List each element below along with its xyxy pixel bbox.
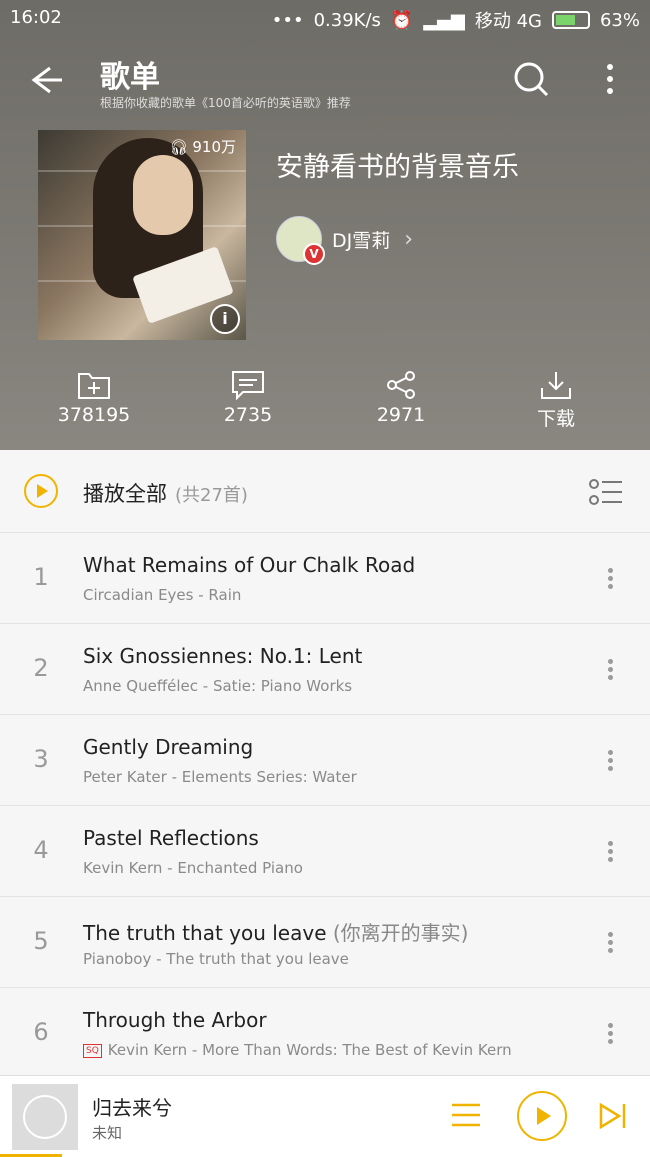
track-row[interactable]: 2 Six Gnossiennes: No.1: Lent Anne Queff… [0, 624, 650, 715]
track-row[interactable]: 1 What Remains of Our Chalk Road Circadi… [0, 533, 650, 624]
track-more-icon[interactable] [600, 656, 620, 686]
comment-count: 2735 [223, 404, 273, 426]
battery-fill [555, 15, 575, 25]
collect-button[interactable]: 378195 [34, 370, 154, 426]
track-subtitle: Anne Queffélec - Satie: Piano Works [83, 677, 353, 695]
more-dots-icon: ••• [271, 9, 304, 31]
track-title-text: What Remains of Our Chalk Road [83, 553, 416, 577]
track-title-alt: (你离开的事实) [326, 921, 469, 945]
comment-icon [232, 371, 264, 400]
now-playing-artist: 未知 [92, 1124, 123, 1142]
battery-percent: 63% [599, 9, 640, 31]
search-icon[interactable] [512, 60, 550, 98]
track-title: Six Gnossiennes: No.1: Lent [83, 644, 362, 668]
author-name: DJ雪莉 [332, 229, 391, 252]
play-count-value: 910万 [192, 138, 236, 156]
status-bar: 16:02 ••• 0.39K/s ⏰ ▂▄▆ 移动 4G 63% [0, 0, 650, 36]
verified-badge: V [303, 243, 325, 265]
now-playing-title: 归去来兮 [92, 1096, 172, 1120]
track-index: 3 [33, 745, 49, 773]
status-time: 16:02 [10, 7, 62, 28]
battery-icon [551, 11, 590, 29]
more-vertical-icon[interactable] [598, 60, 622, 98]
track-more-icon[interactable] [600, 838, 620, 868]
track-row[interactable]: 6 Through the Arbor SQ Kevin Kern - More … [0, 988, 650, 1079]
back-arrow-icon[interactable] [28, 62, 64, 98]
alarm-icon: ⏰ [390, 9, 414, 31]
action-bar: 378195 2735 2971 下载 [0, 370, 650, 440]
track-more-icon[interactable] [600, 747, 620, 777]
next-track-icon[interactable] [598, 1102, 628, 1130]
track-subtitle-text: Kevin Kern - More Than Words: The Best o… [107, 1041, 512, 1059]
share-icon [387, 371, 415, 399]
playlist-header: 16:02 ••• 0.39K/s ⏰ ▂▄▆ 移动 4G 63% 歌单 根据你… [0, 0, 650, 450]
track-row[interactable]: 4 Pastel Reflections Kevin Kern - Enchan… [0, 806, 650, 897]
play-all-bar[interactable]: 播放全部 (共27首) [0, 450, 650, 533]
avatar: V [276, 216, 325, 265]
info-icon[interactable]: i [210, 304, 240, 334]
play-count: 🎧︎ 910万 [169, 136, 236, 157]
track-index: 1 [33, 563, 49, 591]
sq-badge: SQ [83, 1044, 102, 1058]
track-title: What Remains of Our Chalk Road [83, 553, 415, 577]
download-button[interactable]: 下载 [496, 370, 616, 431]
page-subtitle: 根据你收藏的歌单《100首必听的英语歌》推荐 [100, 96, 351, 110]
track-title-text: Through the Arbor [83, 1008, 267, 1032]
play-all-label: 播放全部 [83, 482, 167, 506]
track-index: 2 [33, 654, 49, 682]
track-title: Through the Arbor [83, 1008, 267, 1032]
comment-button[interactable]: 2735 [188, 370, 308, 426]
carrier: 移动 4G [474, 11, 542, 32]
track-title: The truth that you leave (你离开的事实) [83, 917, 468, 946]
signal-icon: ▂▄▆ [423, 9, 465, 31]
playlist-cover[interactable]: 🎧︎ 910万 i [38, 130, 246, 340]
track-title-text: Six Gnossiennes: No.1: Lent [83, 644, 363, 668]
collect-count: 378195 [57, 404, 131, 426]
track-title-text: Pastel Reflections [83, 826, 259, 850]
track-more-icon[interactable] [600, 565, 620, 595]
track-title: Gently Dreaming [83, 735, 253, 759]
headphones-icon: 🎧︎ [169, 137, 189, 156]
album-art-placeholder[interactable] [12, 1084, 78, 1150]
download-icon [541, 372, 571, 399]
track-index: 6 [33, 1018, 49, 1046]
network-speed: 0.39K/s [313, 9, 381, 31]
track-title-text: The truth that you leave [83, 921, 327, 945]
author-link[interactable]: V DJ雪莉 › [276, 216, 414, 265]
track-more-icon[interactable] [600, 929, 620, 959]
track-subtitle: Peter Kater - Elements Series: Water [83, 768, 357, 786]
track-subtitle: Circadian Eyes - Rain [83, 586, 242, 604]
top-bar: 歌单 根据你收藏的歌单《100首必听的英语歌》推荐 [0, 52, 650, 112]
track-subtitle: Kevin Kern - Enchanted Piano [83, 859, 303, 877]
playlist-name: 安静看书的背景音乐 [276, 152, 519, 183]
track-subtitle: SQ Kevin Kern - More Than Words: The Best… [83, 1041, 512, 1059]
track-title-text: Gently Dreaming [83, 735, 254, 759]
track-count: (共27首) [175, 485, 248, 506]
play-button[interactable] [517, 1091, 567, 1141]
share-button[interactable]: 2971 [341, 370, 461, 426]
cover-face [133, 155, 193, 235]
page-title: 歌单 [100, 60, 160, 95]
track-more-icon[interactable] [600, 1020, 620, 1050]
multi-select-icon[interactable] [588, 478, 624, 506]
track-row[interactable]: 3 Gently Dreaming Peter Kater - Elements… [0, 715, 650, 806]
playlist-queue-icon[interactable] [450, 1102, 482, 1128]
track-title: Pastel Reflections [83, 826, 259, 850]
status-right: ••• 0.39K/s ⏰ ▂▄▆ 移动 4G 63% [272, 7, 640, 33]
share-count: 2971 [376, 404, 426, 426]
mini-player[interactable]: 归去来兮 未知 [0, 1075, 650, 1157]
track-row[interactable]: 5 The truth that you leave (你离开的事实) Pian… [0, 897, 650, 988]
track-list: 1 What Remains of Our Chalk Road Circadi… [0, 533, 650, 1079]
add-folder-icon [78, 373, 110, 399]
track-index: 5 [33, 927, 49, 955]
play-circle-icon[interactable] [24, 474, 58, 508]
track-subtitle: Pianoboy - The truth that you leave [83, 950, 349, 968]
download-label: 下载 [536, 408, 575, 430]
track-index: 4 [33, 836, 49, 864]
chevron-right-icon: › [404, 226, 414, 252]
